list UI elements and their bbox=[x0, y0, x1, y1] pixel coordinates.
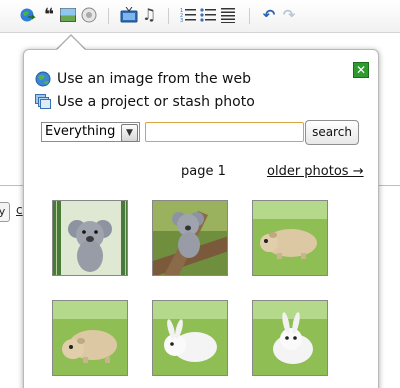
photo-thumbnail[interactable] bbox=[152, 300, 228, 376]
close-icon: ✕ bbox=[355, 63, 367, 77]
editor-toolbar: ❝ ♫ 123 ↶ ↷ bbox=[0, 0, 400, 33]
photo-search-input[interactable] bbox=[145, 122, 304, 142]
editor-window: ❝ ♫ 123 ↶ ↷ y c ✕ Use an image from the … bbox=[0, 0, 400, 388]
insert-image-popup: ✕ Use an image from the web Use a projec… bbox=[23, 49, 379, 388]
web-image-label: Use an image from the web bbox=[57, 71, 251, 87]
photo-thumbnail[interactable] bbox=[52, 200, 128, 276]
toolbar-separator bbox=[249, 8, 250, 24]
photo-thumbnail[interactable] bbox=[252, 200, 328, 276]
page-button[interactable]: y bbox=[0, 202, 10, 222]
page-indicator: page 1 bbox=[181, 164, 226, 179]
photo-thumbnail[interactable] bbox=[252, 300, 328, 376]
toolbar-separator bbox=[108, 8, 109, 24]
chevron-down-icon[interactable]: ▼ bbox=[121, 124, 138, 142]
insert-image-icon[interactable] bbox=[60, 7, 76, 23]
quote-icon[interactable]: ❝ bbox=[41, 7, 57, 24]
undo-icon[interactable]: ↶ bbox=[261, 7, 277, 23]
close-button[interactable]: ✕ bbox=[353, 62, 369, 78]
justify-text-icon[interactable] bbox=[220, 7, 236, 23]
older-photos-link[interactable]: older photos → bbox=[267, 164, 364, 179]
page-link[interactable]: c bbox=[16, 203, 23, 217]
photo-thumbnail[interactable] bbox=[152, 200, 228, 276]
insert-link-icon[interactable] bbox=[20, 7, 36, 23]
photo-thumbnail[interactable] bbox=[52, 300, 128, 376]
numbered-list-icon[interactable]: 123 bbox=[180, 7, 196, 23]
globe-icon bbox=[35, 71, 51, 87]
insert-video-icon[interactable] bbox=[120, 7, 138, 23]
project-photo-option[interactable]: Use a project or stash photo bbox=[35, 92, 255, 112]
toolbar-separator bbox=[168, 8, 169, 24]
project-photo-label: Use a project or stash photo bbox=[57, 94, 255, 110]
search-button[interactable]: search bbox=[305, 120, 359, 145]
photos-stack-icon bbox=[35, 94, 51, 110]
insert-emoticon-icon[interactable] bbox=[81, 7, 97, 23]
insert-music-icon[interactable]: ♫ bbox=[141, 7, 157, 23]
photo-filter-select[interactable]: Everything ▼ bbox=[41, 122, 140, 142]
svg-text:3: 3 bbox=[180, 18, 183, 23]
popup-pointer-fill bbox=[57, 36, 85, 50]
photo-filter-value: Everything bbox=[45, 124, 116, 139]
web-image-option[interactable]: Use an image from the web bbox=[35, 69, 251, 89]
redo-icon[interactable]: ↷ bbox=[281, 7, 297, 23]
bullet-list-icon[interactable] bbox=[200, 7, 216, 23]
